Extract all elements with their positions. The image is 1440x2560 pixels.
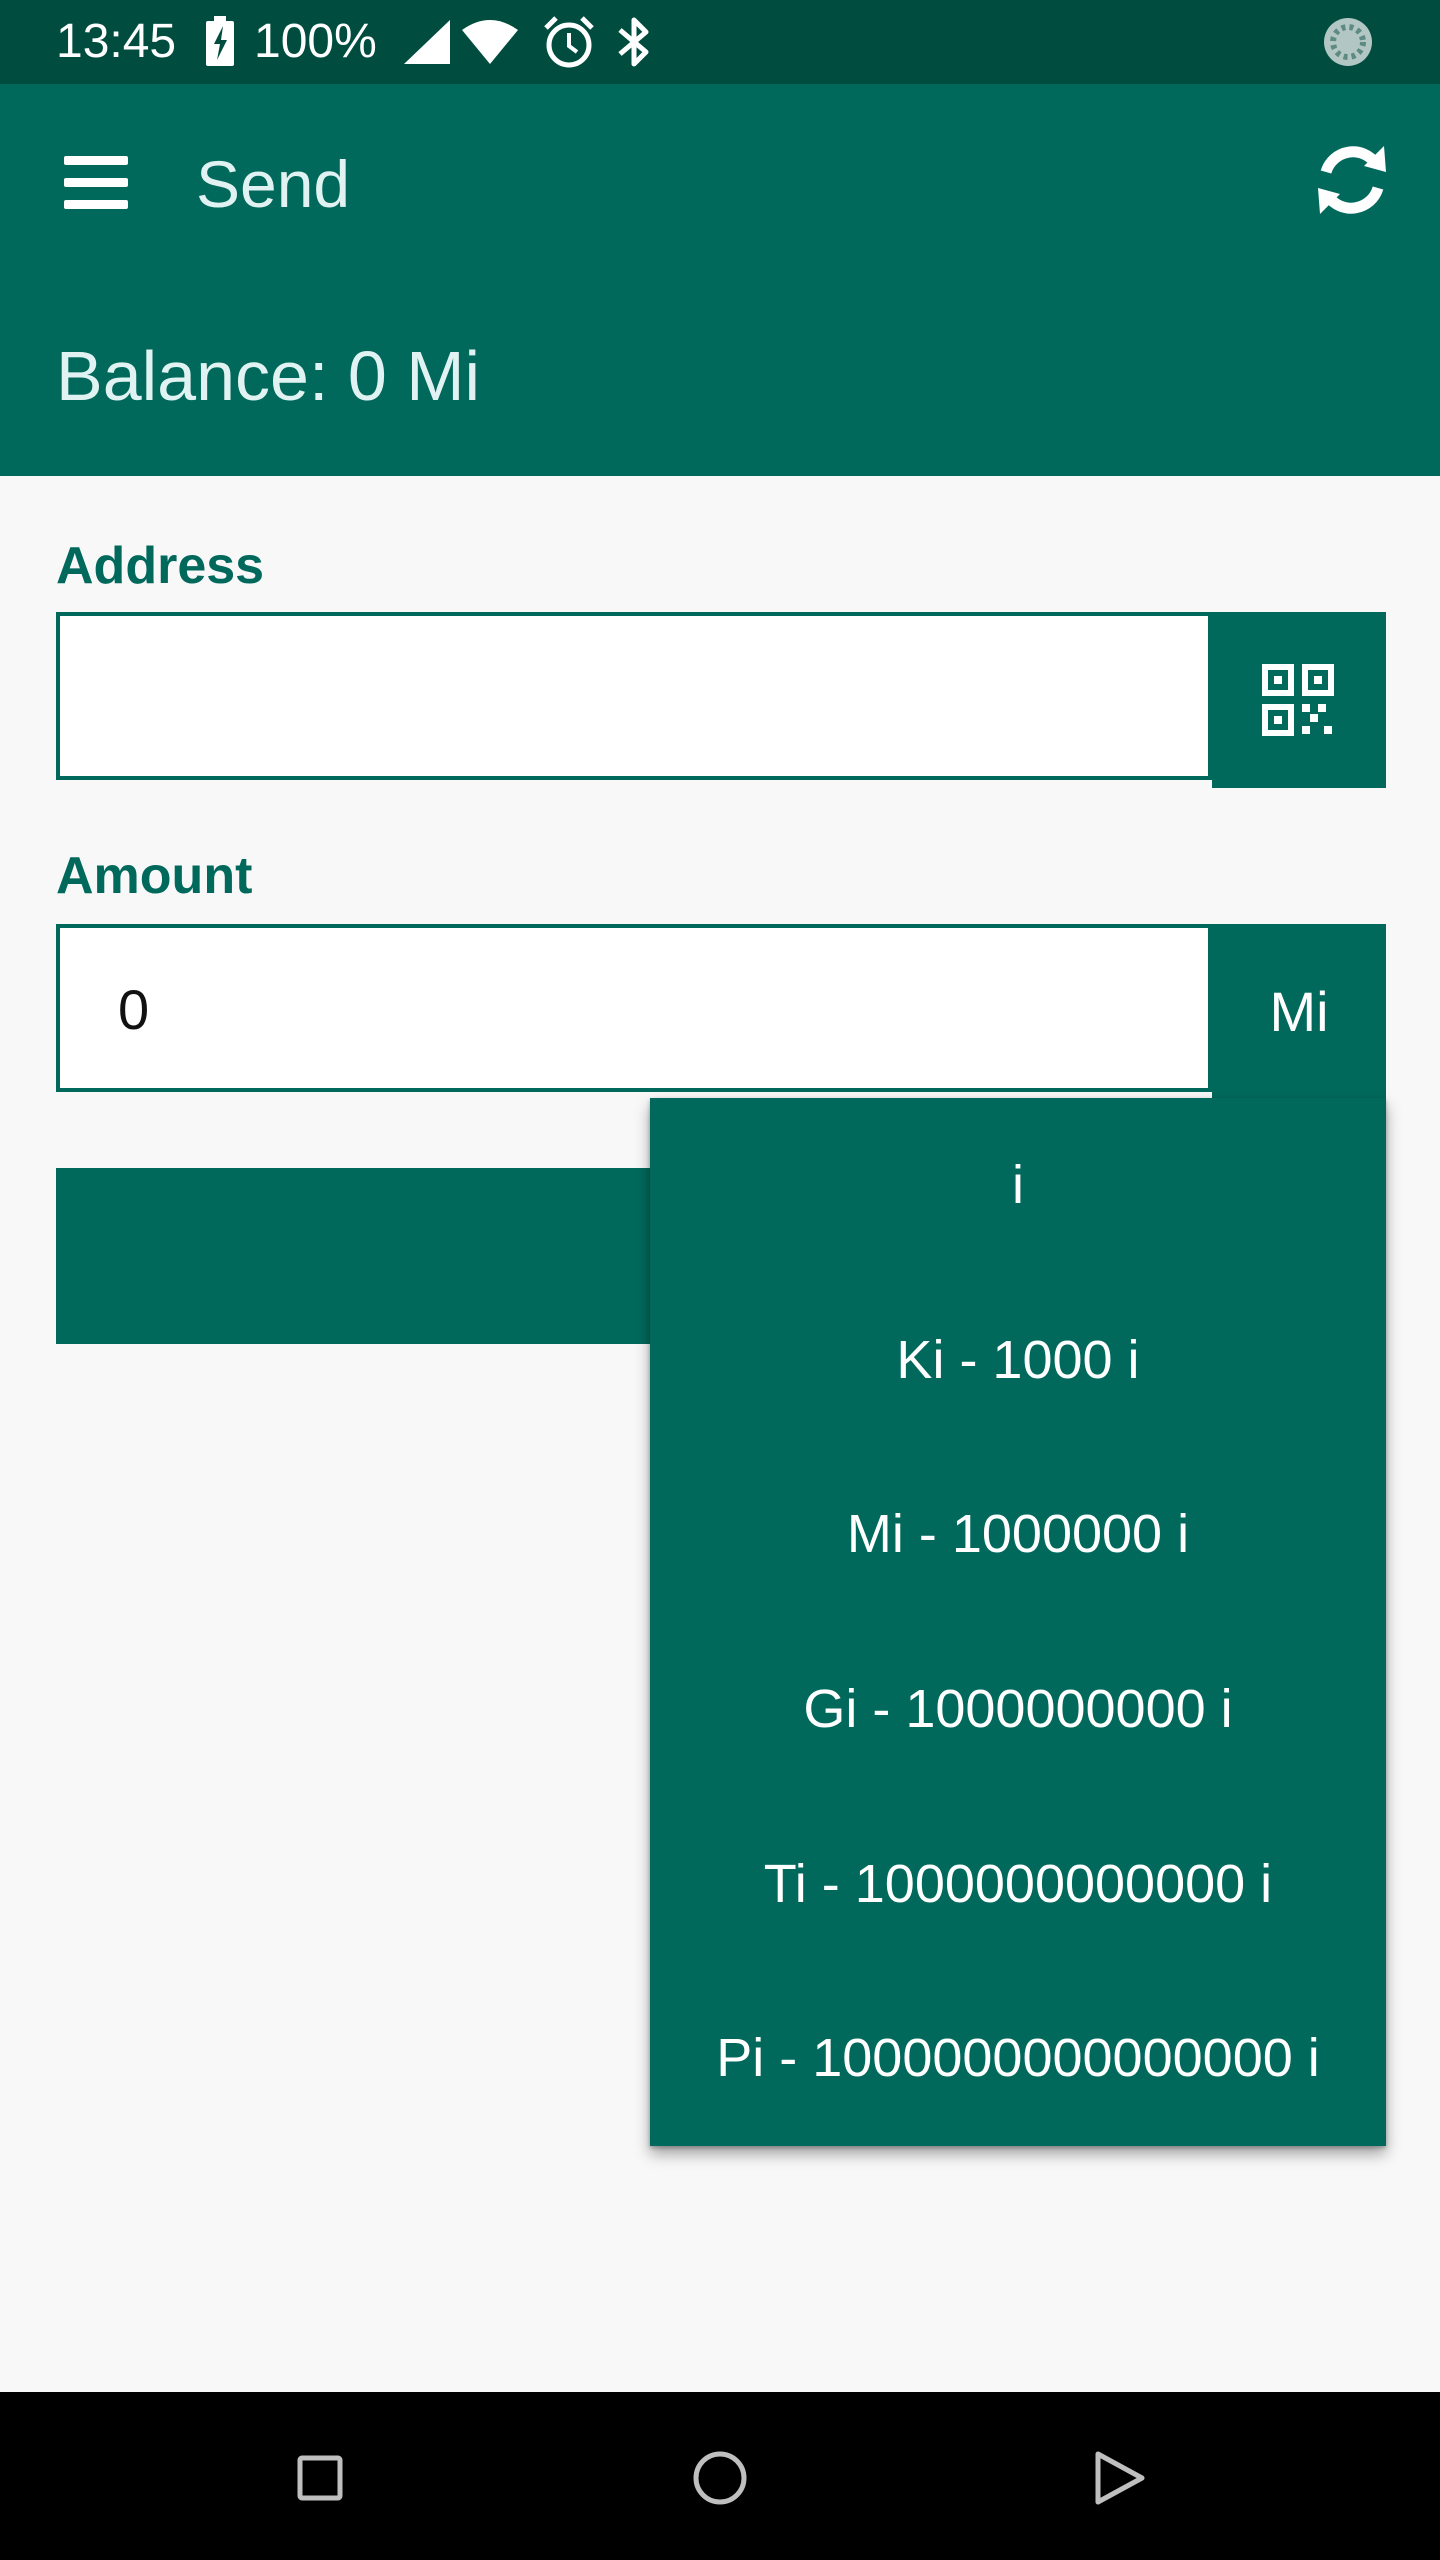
status-bar: 13:45 100% [0,0,1440,84]
scan-qr-button[interactable] [1212,612,1386,788]
unit-dropdown-menu: i Ki - 1000 i Mi - 1000000 i Gi - 100000… [650,1098,1386,2146]
unit-option-pi[interactable]: Pi - 1000000000000000 i [650,1971,1386,2146]
balance-text: Balance: 0 Mi [56,337,481,415]
home-icon[interactable] [692,2450,748,2506]
bluetooth-icon [618,17,649,67]
page-title: Send [196,147,351,221]
recents-icon[interactable] [296,2454,344,2502]
unit-selector-button[interactable]: Mi [1212,924,1386,1100]
status-time: 13:45 [56,15,177,68]
address-input[interactable] [56,612,1212,780]
app-bar: Send Balance: 0 Mi [0,84,1440,476]
wifi-icon [462,20,518,64]
amount-value: 0 [118,978,150,1041]
battery-charging-icon [206,16,234,66]
alarm-icon [544,16,594,68]
signal-icon [404,20,450,64]
sync-icon [1324,18,1372,66]
amount-input[interactable]: 0 [56,924,1212,1092]
unit-option-i[interactable]: i [650,1098,1386,1273]
back-icon[interactable] [1092,2450,1148,2506]
unit-option-gi[interactable]: Gi - 1000000000 i [650,1622,1386,1797]
unit-option-ki[interactable]: Ki - 1000 i [650,1273,1386,1448]
unit-option-ti[interactable]: Ti - 1000000000000 i [650,1796,1386,1971]
unit-option-mi[interactable]: Mi - 1000000 i [650,1447,1386,1622]
battery-percentage: 100% [254,15,377,68]
menu-icon[interactable] [60,152,132,212]
refresh-icon[interactable] [1316,142,1388,218]
unit-label: Mi [1269,980,1329,1043]
qr-code-icon [1262,664,1334,736]
address-label: Address [56,537,265,595]
amount-label: Amount [56,847,253,905]
system-nav-bar [0,2392,1440,2560]
